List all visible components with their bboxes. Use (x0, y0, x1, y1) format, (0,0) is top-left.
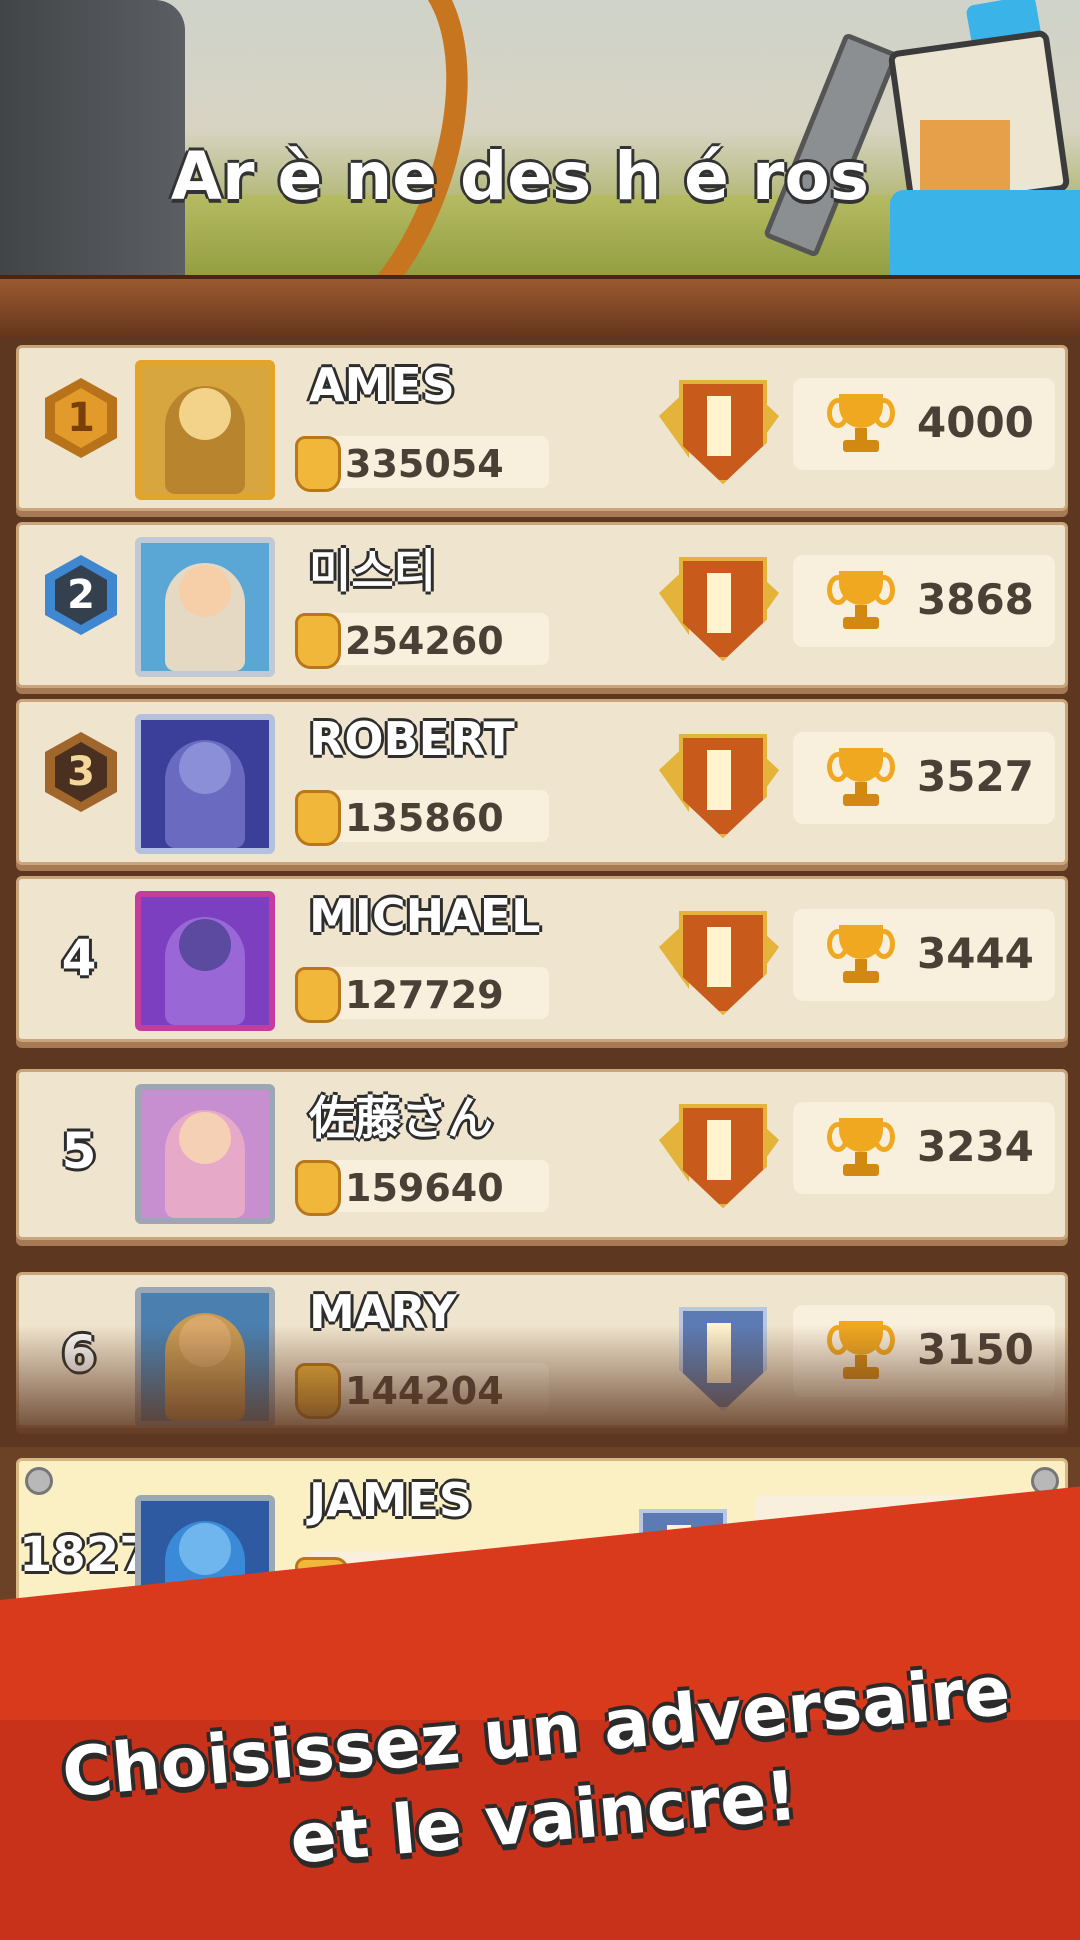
fist-icon (295, 1160, 341, 1216)
trophy-score: 3444 (793, 909, 1055, 1001)
fist-icon (295, 613, 341, 669)
trophy-icon (827, 1118, 895, 1178)
trophy-icon (827, 571, 895, 631)
avatar[interactable] (135, 360, 275, 500)
fist-icon (295, 436, 341, 492)
gold-shield-icon (659, 897, 779, 1017)
silver-shield-icon (659, 1293, 779, 1413)
rank-badge-bronze: 3 (45, 732, 117, 820)
player-name: AMES (309, 358, 455, 412)
trophy-icon (827, 394, 895, 454)
gold-shield-icon (659, 366, 779, 486)
power-value: 144204 (295, 1363, 549, 1419)
trophy-score: 3527 (793, 732, 1055, 824)
gold-shield-icon (659, 1090, 779, 1210)
power-value: 254260 (295, 613, 549, 669)
trophy-icon (827, 925, 895, 985)
avatar[interactable] (135, 537, 275, 677)
rank-number: 6 (61, 1325, 97, 1383)
rank-number: 1827 (19, 1527, 153, 1583)
player-name: JAMES (309, 1473, 473, 1527)
fist-icon (295, 790, 341, 846)
fist-icon (295, 1363, 341, 1419)
power-value: 127729 (295, 967, 549, 1023)
page-title: Ar è ne des h é ros (170, 138, 870, 215)
rank-number: 5 (61, 1122, 97, 1180)
gold-shield-icon (659, 720, 779, 840)
leaderboard-row-2[interactable]: 2 미스티 254260 3868 (16, 522, 1068, 688)
trophy-score: 3150 (793, 1305, 1055, 1397)
rank-badge-silver: 2 (45, 555, 117, 643)
power-value: 159640 (295, 1160, 549, 1216)
leaderboard-row-6[interactable]: 6 MARY 144204 3150 (3, 1272, 1080, 1435)
rank-number: 4 (61, 929, 97, 987)
player-name: ROBERT (309, 712, 515, 766)
avatar[interactable] (135, 1287, 275, 1427)
header-scene: Ar è ne des h é ros (0, 0, 1080, 285)
screw-icon (25, 1467, 53, 1495)
leaderboard-row-3[interactable]: 3 ROBERT 135860 3527 (16, 699, 1068, 865)
trophy-score: 4000 (793, 378, 1055, 470)
trophy-icon (827, 748, 895, 808)
player-name: 미스티 (309, 544, 436, 598)
avatar[interactable] (135, 714, 275, 854)
trophy-score: 3868 (793, 555, 1055, 647)
trophy-icon (827, 1321, 895, 1381)
leaderboard-row-1[interactable]: 1 AMES 335054 4000 (16, 345, 1068, 511)
leaderboard-row-5[interactable]: 5 佐藤さん 159640 3234 (16, 1069, 1068, 1240)
player-name: 佐藤さん (309, 1091, 493, 1145)
fist-icon (295, 967, 341, 1023)
trophy-score: 3234 (793, 1102, 1055, 1194)
rank-badge-gold: 1 (45, 378, 117, 466)
avatar[interactable] (135, 891, 275, 1031)
power-value: 135860 (295, 790, 549, 846)
player-name: MARY (309, 1285, 457, 1339)
player-name: MICHAEL (309, 889, 541, 943)
avatar[interactable] (135, 1084, 275, 1224)
wooden-beam (0, 275, 1080, 341)
gold-shield-icon (659, 543, 779, 663)
power-value: 335054 (295, 436, 549, 492)
leaderboard-row-4[interactable]: 4 MICHAEL 127729 3444 (16, 876, 1068, 1042)
